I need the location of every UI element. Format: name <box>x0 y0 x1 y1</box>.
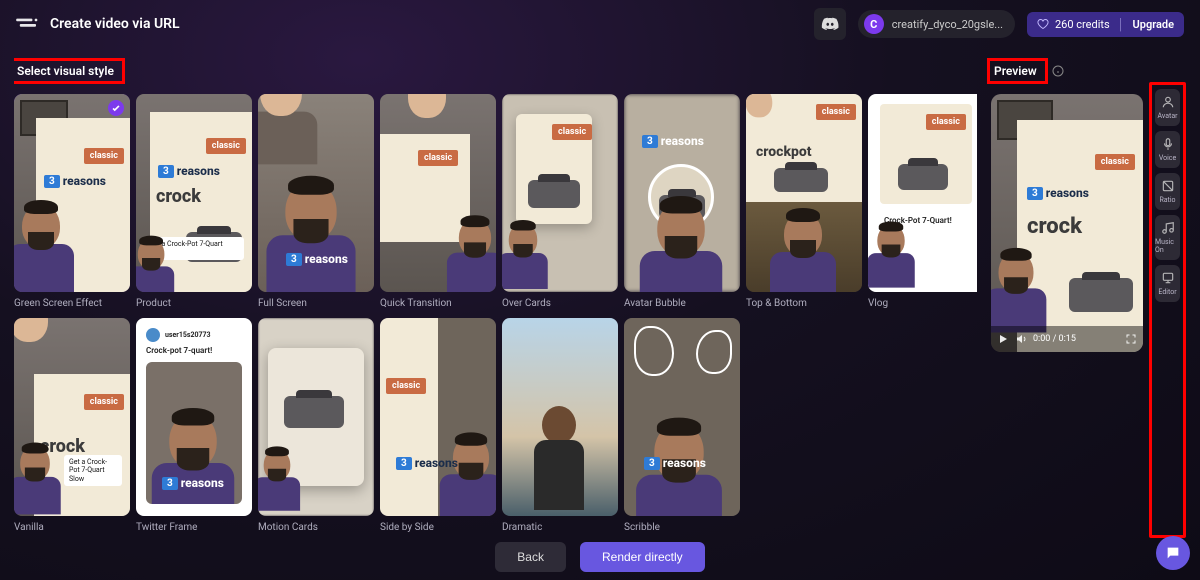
credits-count: 260 credits <box>1055 18 1110 31</box>
style-card-green-screen[interactable]: classic 3reasons Green Screen Effect <box>14 94 130 309</box>
selected-check-icon <box>108 100 124 116</box>
credits-upgrade-button[interactable]: 260 credits │ Upgrade <box>1027 12 1184 37</box>
music-icon <box>1161 221 1175 235</box>
editor-icon <box>1161 271 1175 285</box>
play-icon[interactable] <box>997 333 1009 345</box>
style-card-over-cards[interactable]: classic Over Cards <box>502 94 618 309</box>
style-card-twitter-frame[interactable]: user15s20773 Crock-pot 7-quart! 3reasons… <box>136 318 252 533</box>
avatar: C <box>864 14 884 34</box>
preview-player[interactable]: classic 3reasons crock 0:00 / 0:15 <box>991 94 1143 352</box>
side-btn-ratio[interactable]: Ratio <box>1155 173 1180 210</box>
user-menu[interactable]: C creatify_dyco_20gsle... <box>858 10 1015 38</box>
style-card-vlog[interactable]: classic Crock-Pot 7-Quart! Vlog <box>868 94 977 309</box>
style-card-side-by-side[interactable]: classic 3reasons Side by Side <box>380 318 496 533</box>
side-toolbar: Avatar Voice Ratio Music On Editor <box>1149 82 1186 538</box>
style-card-dramatic[interactable]: Dramatic <box>502 318 618 533</box>
fullscreen-icon[interactable] <box>1125 333 1137 345</box>
style-card-avatar-bubble[interactable]: 3reasons Avatar Bubble <box>624 94 740 309</box>
voice-icon <box>1161 137 1175 151</box>
render-directly-button[interactable]: Render directly <box>580 542 705 572</box>
app-logo-icon <box>16 15 38 33</box>
time-display: 0:00 / 0:15 <box>1033 334 1076 344</box>
style-card-quick-transition[interactable]: classic Quick Transition <box>380 94 496 309</box>
info-icon <box>1052 65 1064 77</box>
upgrade-label: Upgrade <box>1133 18 1174 31</box>
chat-icon <box>1165 545 1181 561</box>
side-btn-music[interactable]: Music On <box>1155 215 1180 260</box>
side-btn-voice[interactable]: Voice <box>1155 131 1180 168</box>
style-grid: classic 3reasons Green Screen Effect cla… <box>14 94 977 533</box>
style-card-vanilla[interactable]: classic crock Get a Crock-Pot 7-Quart Sl… <box>14 318 130 533</box>
chat-fab[interactable] <box>1156 536 1190 570</box>
style-card-top-bottom[interactable]: classic crockpot Top & Bottom <box>746 94 862 309</box>
style-card-product[interactable]: classic 3reasons crock Get a Crock-Pot 7… <box>136 94 252 309</box>
back-button[interactable]: Back <box>495 542 566 572</box>
page-title: Create video via URL <box>50 16 180 32</box>
heart-icon <box>1037 18 1049 30</box>
discord-button[interactable] <box>814 8 846 40</box>
style-card-full-screen[interactable]: 3reasons Full Screen <box>258 94 374 309</box>
discord-icon <box>821 15 839 33</box>
style-card-motion-cards[interactable]: Motion Cards <box>258 318 374 533</box>
avatar-icon <box>1161 95 1175 109</box>
preview-heading: Preview <box>987 58 1048 84</box>
side-btn-avatar[interactable]: Avatar <box>1155 89 1180 126</box>
volume-icon[interactable] <box>1015 333 1027 345</box>
side-btn-editor[interactable]: Editor <box>1155 265 1180 302</box>
style-card-scribble[interactable]: 3reasons Scribble <box>624 318 740 533</box>
section-heading: Select visual style <box>14 58 125 84</box>
user-name: creatify_dyco_20gsle... <box>892 18 1003 31</box>
ratio-icon <box>1161 179 1175 193</box>
